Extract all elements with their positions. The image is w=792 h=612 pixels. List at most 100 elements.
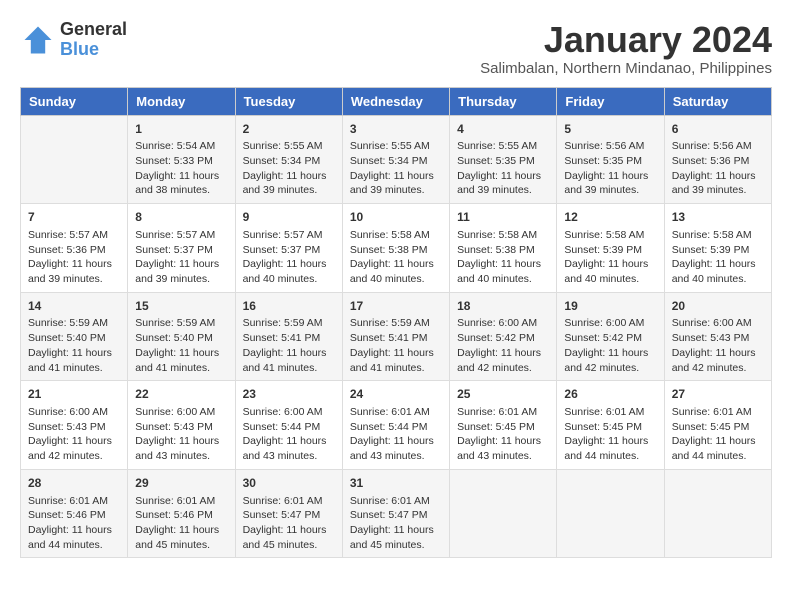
- day-number: 25: [457, 386, 549, 403]
- calendar-body: 1Sunrise: 5:54 AM Sunset: 5:33 PM Daylig…: [21, 115, 772, 558]
- day-number: 4: [457, 121, 549, 138]
- day-number: 30: [243, 475, 335, 492]
- page-header: General Blue January 2024 Salimbalan, No…: [20, 20, 772, 77]
- day-info: Sunrise: 5:59 AM Sunset: 5:40 PM Dayligh…: [28, 316, 120, 375]
- calendar-cell: 28 Sunrise: 6:01 AM Sunset: 5:46 PM Dayli…: [21, 469, 128, 558]
- calendar-cell: 21 Sunrise: 6:00 AM Sunset: 5:43 PM Dayli…: [21, 381, 128, 470]
- calendar-subtitle: Salimbalan, Northern Mindanao, Philippin…: [480, 60, 772, 77]
- day-info: Sunrise: 6:00 AM Sunset: 5:42 PM Dayligh…: [564, 316, 656, 375]
- calendar-cell: 17Sunrise: 5:59 AM Sunset: 5:41 PM Dayli…: [342, 292, 449, 381]
- day-info: Sunrise: 5:57 AM Sunset: 5:36 PM Dayligh…: [28, 228, 120, 287]
- day-number: 12: [564, 209, 656, 226]
- day-number: 18: [457, 298, 549, 315]
- calendar-cell: 2Sunrise: 5:55 AM Sunset: 5:34 PM Daylig…: [235, 115, 342, 204]
- calendar-cell: 25Sunrise: 6:01 AM Sunset: 5:45 PM Dayli…: [450, 381, 557, 470]
- day-number: 22: [135, 386, 227, 403]
- day-number: 3: [350, 121, 442, 138]
- title-block: January 2024 Salimbalan, Northern Mindan…: [480, 20, 772, 77]
- day-number: 19: [564, 298, 656, 315]
- day-number: 13: [672, 209, 764, 226]
- calendar-cell: 8 Sunrise: 5:57 AM Sunset: 5:37 PM Daylig…: [128, 204, 235, 293]
- day-info: Sunrise: 5:57 AM Sunset: 5:37 PM Dayligh…: [135, 228, 227, 287]
- day-info: Sunrise: 6:01 AM Sunset: 5:47 PM Dayligh…: [243, 494, 335, 553]
- day-info: Sunrise: 5:59 AM Sunset: 5:41 PM Dayligh…: [243, 316, 335, 375]
- column-header-friday: Friday: [557, 87, 664, 115]
- day-number: 27: [672, 386, 764, 403]
- calendar-title: January 2024: [480, 20, 772, 60]
- day-info: Sunrise: 6:00 AM Sunset: 5:43 PM Dayligh…: [135, 405, 227, 464]
- logo: General Blue: [20, 20, 127, 60]
- logo-icon: [20, 22, 56, 58]
- calendar-cell: 20Sunrise: 6:00 AM Sunset: 5:43 PM Dayli…: [664, 292, 771, 381]
- calendar-cell: 1Sunrise: 5:54 AM Sunset: 5:33 PM Daylig…: [128, 115, 235, 204]
- day-info: Sunrise: 6:01 AM Sunset: 5:45 PM Dayligh…: [672, 405, 764, 464]
- calendar-cell: 16Sunrise: 5:59 AM Sunset: 5:41 PM Dayli…: [235, 292, 342, 381]
- day-number: 20: [672, 298, 764, 315]
- column-header-saturday: Saturday: [664, 87, 771, 115]
- day-number: 1: [135, 121, 227, 138]
- day-info: Sunrise: 5:58 AM Sunset: 5:39 PM Dayligh…: [564, 228, 656, 287]
- calendar-cell: 29Sunrise: 6:01 AM Sunset: 5:46 PM Dayli…: [128, 469, 235, 558]
- calendar-cell: 19Sunrise: 6:00 AM Sunset: 5:42 PM Dayli…: [557, 292, 664, 381]
- day-info: Sunrise: 5:57 AM Sunset: 5:37 PM Dayligh…: [243, 228, 335, 287]
- calendar-cell: [664, 469, 771, 558]
- day-number: 11: [457, 209, 549, 226]
- day-number: 29: [135, 475, 227, 492]
- day-number: 6: [672, 121, 764, 138]
- day-number: 5: [564, 121, 656, 138]
- calendar-cell: 3Sunrise: 5:55 AM Sunset: 5:34 PM Daylig…: [342, 115, 449, 204]
- day-number: 31: [350, 475, 442, 492]
- day-info: Sunrise: 5:59 AM Sunset: 5:40 PM Dayligh…: [135, 316, 227, 375]
- day-number: 2: [243, 121, 335, 138]
- calendar-cell: 15Sunrise: 5:59 AM Sunset: 5:40 PM Dayli…: [128, 292, 235, 381]
- day-info: Sunrise: 5:55 AM Sunset: 5:35 PM Dayligh…: [457, 139, 549, 198]
- logo-text: General Blue: [60, 20, 127, 60]
- day-number: 21: [28, 386, 120, 403]
- day-number: 28: [28, 475, 120, 492]
- day-info: Sunrise: 6:01 AM Sunset: 5:44 PM Dayligh…: [350, 405, 442, 464]
- calendar-cell: 9 Sunrise: 5:57 AM Sunset: 5:37 PM Daylig…: [235, 204, 342, 293]
- day-info: Sunrise: 5:54 AM Sunset: 5:33 PM Dayligh…: [135, 139, 227, 198]
- calendar-cell: 31 Sunrise: 6:01 AM Sunset: 5:47 PM Dayli…: [342, 469, 449, 558]
- column-header-sunday: Sunday: [21, 87, 128, 115]
- day-number: 8: [135, 209, 227, 226]
- day-number: 10: [350, 209, 442, 226]
- day-info: Sunrise: 5:58 AM Sunset: 5:39 PM Dayligh…: [672, 228, 764, 287]
- calendar-cell: 11 Sunrise: 5:58 AM Sunset: 5:38 PM Dayli…: [450, 204, 557, 293]
- day-number: 24: [350, 386, 442, 403]
- day-info: Sunrise: 6:00 AM Sunset: 5:44 PM Dayligh…: [243, 405, 335, 464]
- week-row-2: 7 Sunrise: 5:57 AM Sunset: 5:36 PM Daylig…: [21, 204, 772, 293]
- column-header-thursday: Thursday: [450, 87, 557, 115]
- day-number: 7: [28, 209, 120, 226]
- calendar-cell: 10 Sunrise: 5:58 AM Sunset: 5:38 PM Dayli…: [342, 204, 449, 293]
- calendar-cell: 23 Sunrise: 6:00 AM Sunset: 5:44 PM Dayli…: [235, 381, 342, 470]
- week-row-4: 21 Sunrise: 6:00 AM Sunset: 5:43 PM Dayli…: [21, 381, 772, 470]
- day-info: Sunrise: 5:56 AM Sunset: 5:36 PM Dayligh…: [672, 139, 764, 198]
- day-info: Sunrise: 6:00 AM Sunset: 5:43 PM Dayligh…: [28, 405, 120, 464]
- column-header-wednesday: Wednesday: [342, 87, 449, 115]
- calendar-cell: 4Sunrise: 5:55 AM Sunset: 5:35 PM Daylig…: [450, 115, 557, 204]
- day-info: Sunrise: 6:00 AM Sunset: 5:43 PM Dayligh…: [672, 316, 764, 375]
- day-number: 9: [243, 209, 335, 226]
- day-info: Sunrise: 6:01 AM Sunset: 5:45 PM Dayligh…: [564, 405, 656, 464]
- day-info: Sunrise: 5:55 AM Sunset: 5:34 PM Dayligh…: [350, 139, 442, 198]
- header-row: SundayMondayTuesdayWednesdayThursdayFrid…: [21, 87, 772, 115]
- day-info: Sunrise: 6:01 AM Sunset: 5:47 PM Dayligh…: [350, 494, 442, 553]
- day-info: Sunrise: 6:01 AM Sunset: 5:46 PM Dayligh…: [28, 494, 120, 553]
- week-row-1: 1Sunrise: 5:54 AM Sunset: 5:33 PM Daylig…: [21, 115, 772, 204]
- day-number: 23: [243, 386, 335, 403]
- day-info: Sunrise: 5:58 AM Sunset: 5:38 PM Dayligh…: [350, 228, 442, 287]
- day-info: Sunrise: 5:55 AM Sunset: 5:34 PM Dayligh…: [243, 139, 335, 198]
- calendar-cell: 18Sunrise: 6:00 AM Sunset: 5:42 PM Dayli…: [450, 292, 557, 381]
- calendar-cell: 12 Sunrise: 5:58 AM Sunset: 5:39 PM Dayli…: [557, 204, 664, 293]
- day-number: 14: [28, 298, 120, 315]
- calendar-cell: 24 Sunrise: 6:01 AM Sunset: 5:44 PM Dayli…: [342, 381, 449, 470]
- day-number: 17: [350, 298, 442, 315]
- calendar-table: SundayMondayTuesdayWednesdayThursdayFrid…: [20, 87, 772, 559]
- day-number: 26: [564, 386, 656, 403]
- day-info: Sunrise: 5:58 AM Sunset: 5:38 PM Dayligh…: [457, 228, 549, 287]
- day-number: 15: [135, 298, 227, 315]
- calendar-cell: 5Sunrise: 5:56 AM Sunset: 5:35 PM Daylig…: [557, 115, 664, 204]
- week-row-3: 14Sunrise: 5:59 AM Sunset: 5:40 PM Dayli…: [21, 292, 772, 381]
- calendar-cell: 6Sunrise: 5:56 AM Sunset: 5:36 PM Daylig…: [664, 115, 771, 204]
